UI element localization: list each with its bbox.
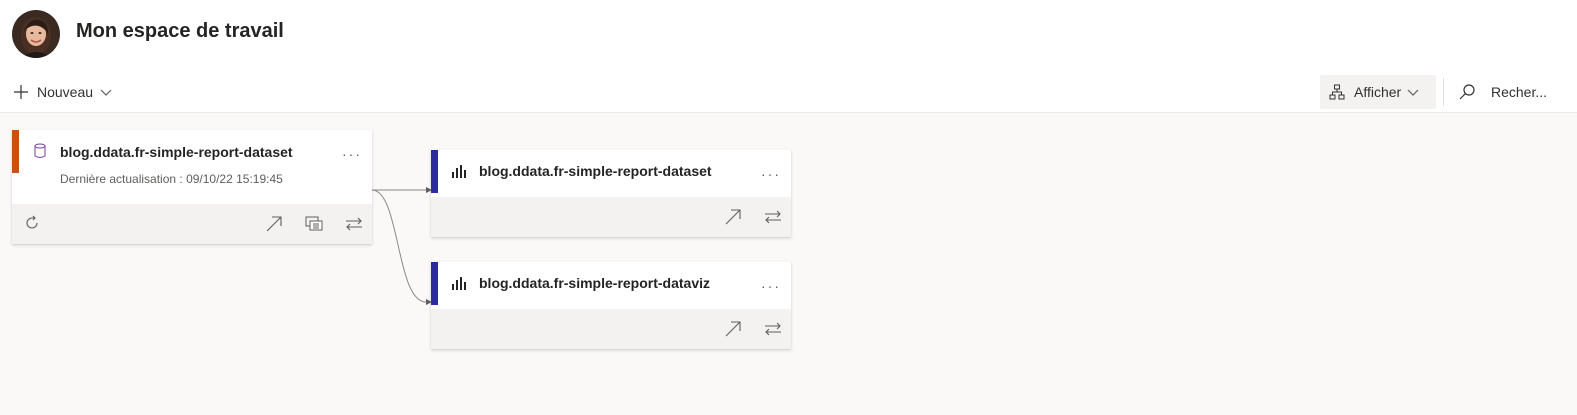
workspace-header: Mon espace de travail Nouveau Afficher R… [0,0,1577,113]
view-button-label: Afficher [1354,84,1402,100]
report-accent [431,150,438,193]
bar-chart-icon [452,165,466,178]
chevron-down-icon [1407,89,1419,96]
more-options-button[interactable]: ··· [761,167,781,181]
new-button-label: Nouveau [37,84,94,100]
chevron-down-icon [100,89,112,96]
more-options-button[interactable]: ··· [342,147,362,161]
database-icon [34,143,46,158]
page-title: Mon espace de travail [76,20,284,42]
dataset-accent [12,130,19,173]
view-button[interactable]: Afficher [1320,75,1436,109]
plus-icon [14,85,28,99]
bar-chart-icon [452,277,466,290]
new-button[interactable]: Nouveau [12,80,112,104]
card-actions-bar [431,197,791,237]
refresh-icon[interactable] [24,215,40,231]
open-arrow-icon[interactable] [724,208,742,226]
card-title[interactable]: blog.ddata.fr-simple-report-dataset [60,144,293,160]
open-arrow-icon[interactable] [265,215,283,233]
more-options-button[interactable]: ··· [761,279,781,293]
card-title[interactable]: blog.ddata.fr-simple-report-dataset [479,163,712,179]
card-actions-bar [431,309,791,349]
search-placeholder: Recher... [1491,84,1548,100]
lineage-icon[interactable] [764,209,782,225]
last-refresh-text: Dernière actualisation : 09/10/22 15:19:… [60,172,283,186]
report-card[interactable]: blog.ddata.fr-simple-report-dataset ··· [431,150,791,237]
report-card[interactable]: blog.ddata.fr-simple-report-dataviz ··· [431,262,791,349]
report-accent [431,262,438,305]
lineage-view-icon [1329,84,1345,100]
dataset-card[interactable]: blog.ddata.fr-simple-report-dataset Dern… [12,130,372,244]
toolbar-divider [1443,78,1444,106]
lineage-icon[interactable] [764,321,782,337]
card-title[interactable]: blog.ddata.fr-simple-report-dataviz [479,275,710,291]
card-actions-bar [12,204,372,244]
search-input[interactable]: Recher... [1458,80,1547,104]
lineage-icon[interactable] [345,216,363,232]
open-arrow-icon[interactable] [724,320,742,338]
avatar[interactable] [12,10,60,58]
search-icon [1459,84,1475,100]
analyze-icon[interactable] [305,216,323,232]
